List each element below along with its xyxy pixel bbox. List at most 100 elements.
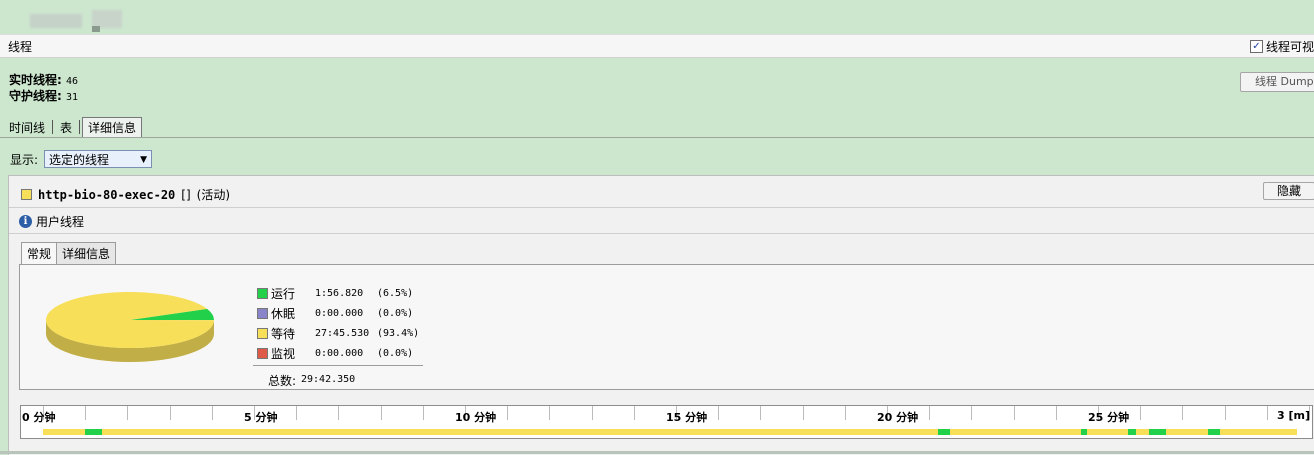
legend-divider: [253, 365, 423, 366]
legend-label: 监视: [271, 346, 296, 361]
total-label: 总数:: [268, 374, 297, 388]
window-title-blurred: [0, 0, 1314, 34]
thread-timeline: 0 分钟 5 分钟 10 分钟 15 分钟 20 分钟 25 分钟 3 [m]: [20, 405, 1313, 439]
legend-time: 0:00.000: [315, 347, 364, 359]
legend-percent: (93.4%): [377, 327, 420, 339]
show-select[interactable]: 选定的线程 ▼: [44, 150, 153, 168]
threads-visible-checkbox[interactable]: ✓: [1249, 40, 1263, 53]
legend-row-running: 运行 1:56.820 (6.5%): [257, 283, 423, 303]
timeline-waiting-bar: [43, 429, 1297, 435]
threads-section-title: 线程: [8, 40, 33, 54]
threads-visible-toggle[interactable]: ✓ 线程可视: [1249, 38, 1314, 55]
legend-label: 运行: [271, 286, 296, 301]
legend-row-sleeping: 休眠 0:00.000 (0.0%): [257, 303, 423, 323]
thread-header: http-bio-80-exec-20 [] (活动): [21, 186, 230, 203]
thread-dump-button[interactable]: 线程 Dump: [1240, 72, 1314, 92]
timeline-running-segment: [1127, 429, 1136, 435]
divider: [9, 207, 1314, 208]
timeline-running-segment: [1081, 429, 1088, 435]
threads-visible-label: 线程可视: [1265, 40, 1314, 54]
thread-type: 用户线程: [36, 215, 85, 229]
state-legend: 运行 1:56.820 (6.5%) 休眠 0:00.000 (0.0%) 等待…: [253, 283, 423, 389]
thread-detail-panel: http-bio-80-exec-20 [] (活动) 隐藏 i 用户线程 常规…: [8, 175, 1314, 455]
legend-label: 等待: [271, 326, 296, 341]
timeline-tick: [1182, 406, 1184, 420]
legend-percent: (6.5%): [377, 287, 414, 299]
thread-stats: 实时线程: 46 守护线程: 31: [9, 73, 78, 105]
live-threads-value: 46: [66, 76, 79, 87]
thread-status: (活动): [196, 188, 231, 202]
timeline-label: 20 分钟: [877, 411, 919, 424]
legend-row-waiting: 等待 27:45.530 (93.4%): [257, 323, 423, 343]
timeline-tick: [1266, 406, 1268, 420]
legend-percent: (0.0%): [377, 347, 414, 359]
legend-time: 27:45.530: [315, 327, 370, 339]
timeline-running-segment: [1148, 429, 1166, 435]
tab-separator: [52, 120, 54, 134]
live-threads-row: 实时线程: 46: [9, 73, 79, 87]
legend-percent: (0.0%): [377, 307, 414, 319]
daemon-threads-row: 守护线程: 31: [9, 89, 79, 103]
timeline-label: 5 分钟: [244, 411, 278, 424]
tab-details[interactable]: 详细信息: [82, 117, 143, 137]
timeline-label: 3 [m]: [1277, 409, 1310, 422]
legend-total-row: 总数: 29:42.350: [257, 372, 423, 389]
timeline-label: 0 分钟: [22, 411, 56, 424]
thread-color-icon: [21, 189, 32, 200]
show-selected-value: 选定的线程: [49, 153, 110, 167]
timeline-tick: [507, 406, 509, 420]
timeline-tick: [633, 406, 635, 420]
timeline-tick: [422, 406, 424, 420]
timeline-tick: [802, 406, 804, 420]
tab-detail-info[interactable]: 详细信息: [56, 242, 117, 264]
timeline-tick: [169, 406, 171, 420]
legend-swatch-running: [257, 287, 268, 299]
timeline-tick: [85, 406, 87, 420]
detail-tabs: 常规 详细信息: [21, 242, 117, 264]
general-tab-content: 运行 1:56.820 (6.5%) 休眠 0:00.000 (0.0%) 等待…: [19, 264, 1314, 390]
timeline-label: 10 分钟: [455, 411, 497, 424]
timeline-tick: [844, 406, 846, 420]
timeline-tick: [1224, 406, 1226, 420]
show-filter: 显示: 选定的线程 ▼: [10, 150, 153, 168]
timeline-tick: [1140, 406, 1142, 420]
timeline-label: 15 分钟: [666, 411, 708, 424]
tab-table[interactable]: 表: [55, 118, 77, 137]
timeline-running-segment: [85, 429, 103, 435]
legend-time: 1:56.820: [315, 287, 364, 299]
live-threads-label: 实时线程: [9, 73, 58, 87]
timeline-tick: [718, 406, 720, 420]
tab-timeline[interactable]: 时间线: [4, 118, 50, 137]
show-label: 显示:: [10, 152, 39, 167]
legend-swatch-waiting: [257, 327, 268, 339]
total-value: 29:42.350: [301, 374, 356, 385]
tab-general[interactable]: 常规: [21, 242, 58, 264]
timeline-running-segment: [1207, 429, 1221, 435]
view-tabs: 时间线 表 详细信息: [4, 117, 143, 137]
thread-type-row: i 用户线程: [19, 213, 84, 230]
thread-bracket: []: [181, 187, 191, 202]
hide-button[interactable]: 隐藏: [1263, 182, 1314, 200]
timeline-tick: [127, 406, 129, 420]
state-pie-chart: [46, 292, 214, 362]
legend-label: 休眠: [271, 306, 296, 321]
timeline-tick: [1013, 406, 1015, 420]
timeline-tick: [760, 406, 762, 420]
legend-swatch-sleeping: [257, 307, 268, 319]
timeline-tick: [380, 406, 382, 420]
thread-name: http-bio-80-exec-20: [38, 187, 176, 202]
chevron-down-icon: ▼: [140, 155, 148, 165]
timeline-tick: [211, 406, 213, 420]
timeline-tick: [929, 406, 931, 420]
divider: [9, 233, 1314, 234]
timeline-running-segment: [937, 429, 951, 435]
timeline-tick: [338, 406, 340, 420]
legend-row-monitor: 监视 0:00.000 (0.0%): [257, 343, 423, 363]
tabs-divider: [0, 137, 1314, 138]
timeline-label: 25 分钟: [1088, 411, 1130, 424]
timeline-tick: [296, 406, 298, 420]
timeline-tick: [971, 406, 973, 420]
info-icon: i: [19, 215, 32, 228]
timeline-tick: [1055, 406, 1057, 420]
legend-time: 0:00.000: [315, 307, 364, 319]
